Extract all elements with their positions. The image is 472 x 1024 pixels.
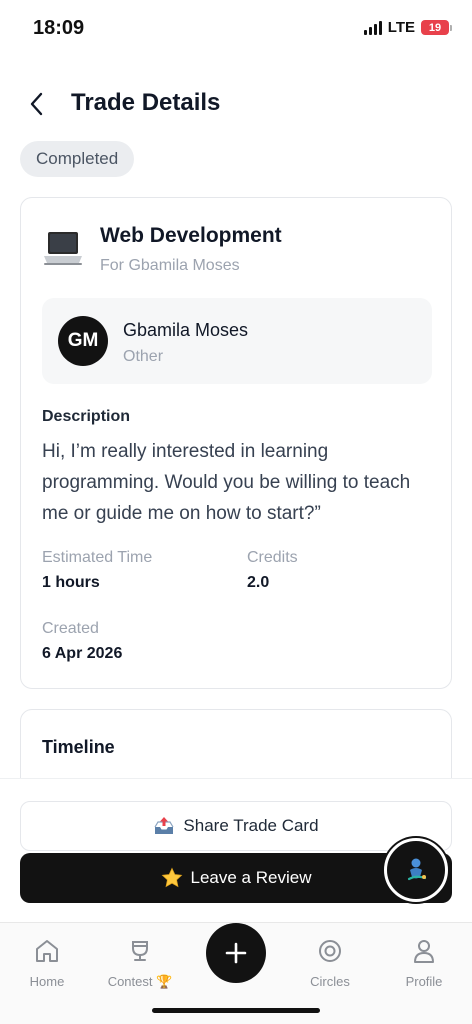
- skill-title: Web Development: [100, 224, 282, 247]
- status-bar: 18:09 LTE 19: [0, 0, 472, 58]
- partner-card[interactable]: GM Gbamila Moses Other: [42, 298, 432, 384]
- nav-item-circles[interactable]: Circles: [290, 937, 370, 989]
- battery-level: 19: [421, 20, 449, 35]
- plus-icon: [225, 942, 247, 964]
- outbox-tray-icon: [154, 817, 174, 834]
- review-label: Leave a Review: [190, 868, 312, 887]
- home-icon: [36, 940, 58, 962]
- created-label: Created: [42, 620, 99, 637]
- status-time: 18:09: [33, 17, 85, 39]
- estimated-time-value: 1 hours: [42, 574, 100, 591]
- profile-icon: [414, 940, 434, 963]
- credits-value: 2.0: [247, 574, 270, 591]
- header: Trade Details: [0, 80, 472, 128]
- created-value: 6 Apr 2026: [42, 645, 123, 662]
- trophy-icon: [132, 941, 148, 961]
- credits-label: Credits: [247, 549, 298, 566]
- nav-label-profile: Profile: [405, 974, 443, 989]
- star-icon: [161, 867, 182, 888]
- page-title: Trade Details: [71, 89, 221, 116]
- skill-subtitle: For Gbamila Moses: [100, 257, 240, 274]
- signal-icon: [363, 20, 382, 35]
- partner-name: Gbamila Moses: [123, 320, 249, 340]
- nav-label-contest: Contest 🏆: [107, 974, 173, 989]
- chevron-left-icon: [30, 92, 43, 116]
- timeline-title: Timeline: [42, 737, 115, 757]
- home-indicator: [152, 1008, 320, 1013]
- assistant-fab[interactable]: [384, 838, 448, 902]
- battery-icon: 19: [421, 20, 452, 35]
- partner-role: Other: [123, 348, 164, 365]
- network-type: LTE: [387, 19, 415, 36]
- circles-icon: [319, 940, 341, 962]
- genie-icon: [407, 858, 427, 881]
- nav-item-contest[interactable]: Contest 🏆: [100, 937, 180, 990]
- avatar: GM: [58, 316, 108, 366]
- status-badge: Completed: [20, 141, 135, 177]
- estimated-time-label: Estimated Time: [42, 549, 153, 566]
- description-text: Hi, I’m really interested in learning pr…: [42, 441, 411, 524]
- nav-item-profile[interactable]: Profile: [384, 937, 464, 989]
- share-label: Share Trade Card: [183, 816, 319, 835]
- description-label: Description: [42, 408, 131, 425]
- add-trade-button[interactable]: [206, 923, 266, 983]
- nav-label-circles: Circles: [310, 974, 350, 989]
- nav-item-home[interactable]: Home: [7, 937, 87, 989]
- trade-card: Web Development For Gbamila Moses GM Gba…: [20, 197, 452, 689]
- laptop-icon: [44, 232, 82, 265]
- share-trade-card-button[interactable]: Share Trade Card: [20, 801, 452, 851]
- back-button[interactable]: [22, 90, 50, 118]
- nav-label-home: Home: [29, 974, 65, 989]
- bottom-nav: Home Contest 🏆 Circles Profile: [0, 922, 472, 1024]
- status-indicators: LTE 19: [363, 19, 452, 36]
